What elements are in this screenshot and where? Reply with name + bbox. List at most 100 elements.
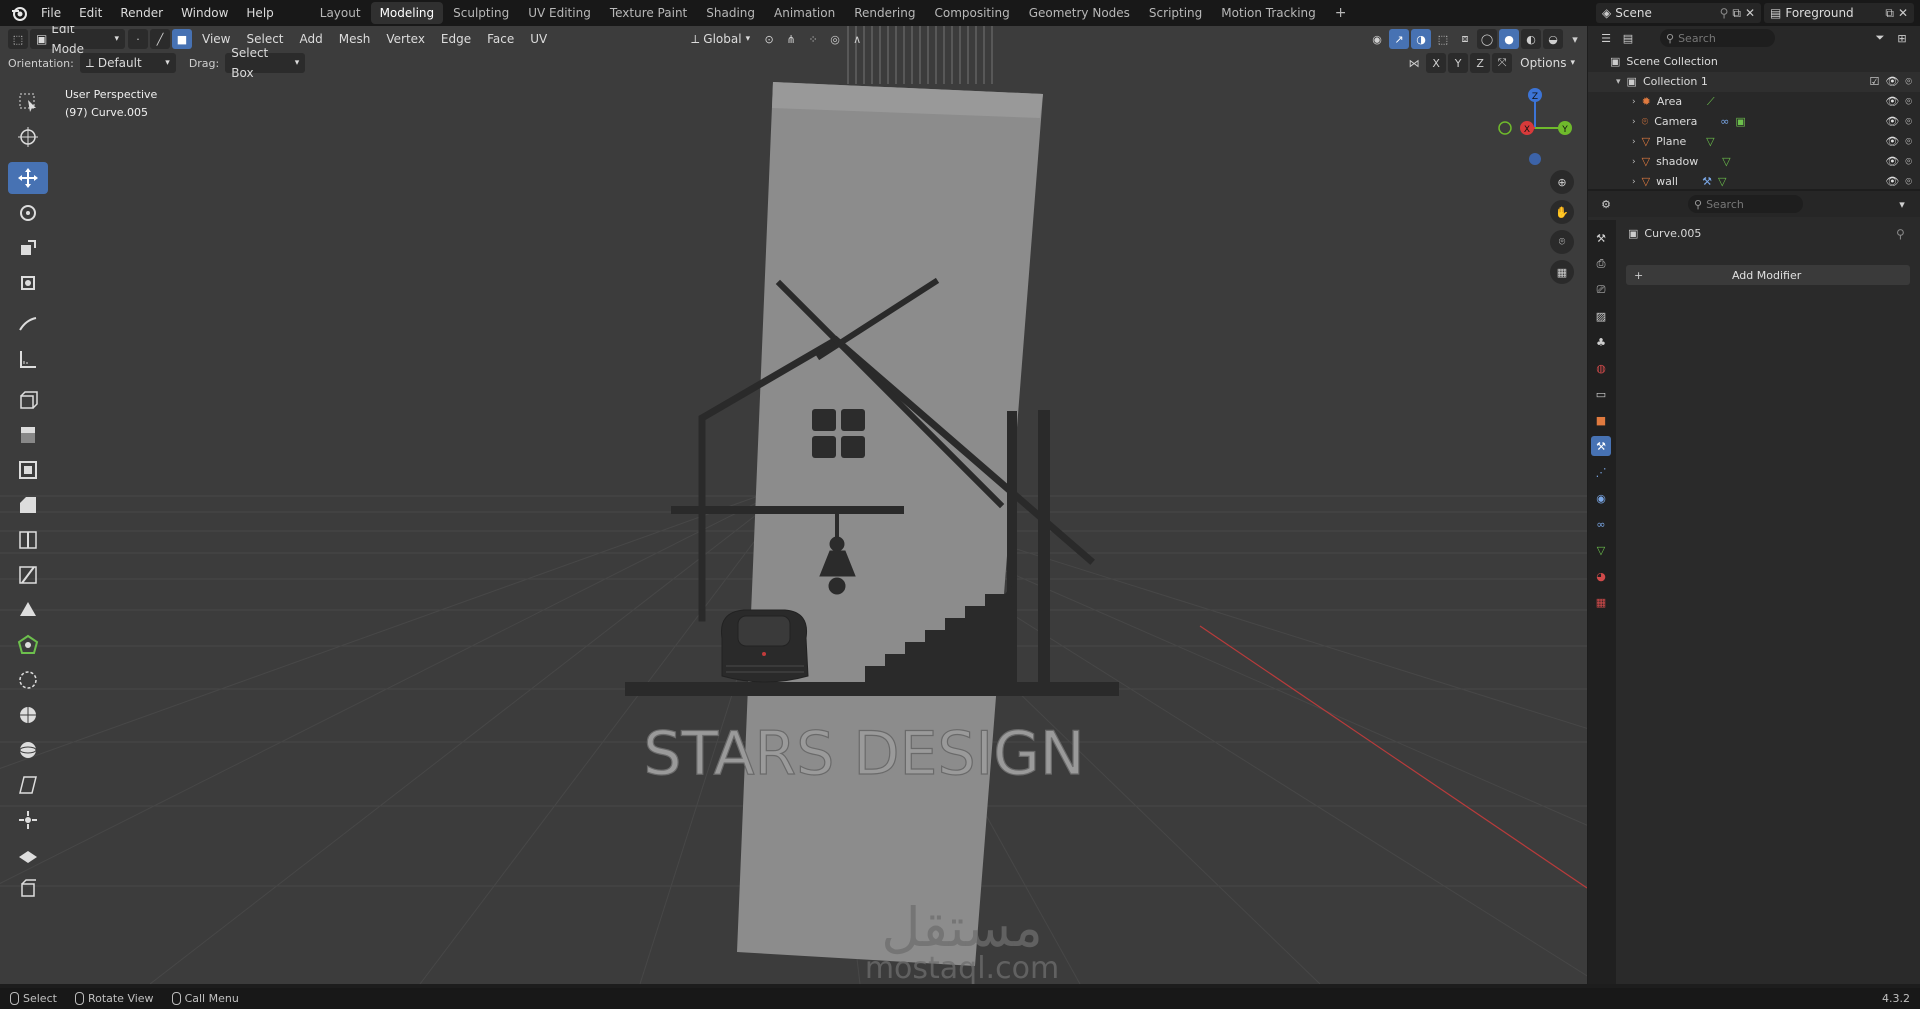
- face-select-icon[interactable]: ■: [172, 29, 192, 49]
- eye-icon[interactable]: 👁: [1885, 112, 1899, 132]
- inset-tool-icon[interactable]: [8, 454, 48, 486]
- new-scene-icon[interactable]: ⧉: [1732, 3, 1741, 23]
- workspace-tab-texture-paint[interactable]: Texture Paint: [601, 2, 696, 24]
- outliner-row-collection[interactable]: ▾ ▣ Collection 1 ☑ 👁 ⌾: [1588, 72, 1920, 92]
- mesh-edit-overlay-icon[interactable]: ⬚: [1433, 29, 1453, 49]
- snap-target-icon[interactable]: ⁘: [803, 29, 823, 49]
- orientation-dropdown[interactable]: ⟂ Default ▾: [79, 53, 176, 73]
- scale-tool-icon[interactable]: [8, 232, 48, 264]
- eye-icon[interactable]: 👁: [1885, 132, 1899, 152]
- workspace-tab-uv-editing[interactable]: UV Editing: [519, 2, 600, 24]
- collection-tab-icon[interactable]: ▭: [1591, 384, 1611, 404]
- remove-scene-icon[interactable]: ✕: [1745, 3, 1755, 23]
- texture-tab-icon[interactable]: ▦: [1591, 592, 1611, 612]
- properties-search-field[interactable]: ⚲ Search: [1688, 195, 1803, 213]
- rip-region-tool-icon[interactable]: [8, 874, 48, 906]
- eye-icon[interactable]: 👁: [1885, 92, 1899, 112]
- workspace-tab-sculpting[interactable]: Sculpting: [444, 2, 518, 24]
- menu-add[interactable]: Add: [292, 29, 331, 49]
- scene-selector[interactable]: ◈ Scene ⚲ ⧉ ✕: [1596, 3, 1761, 23]
- menu-render[interactable]: Render: [111, 0, 172, 26]
- camera-restrict-icon[interactable]: ⌾: [1905, 72, 1912, 92]
- to-sphere-tool-icon[interactable]: [8, 804, 48, 836]
- edge-select-icon[interactable]: ╱: [150, 29, 170, 49]
- new-collection-icon[interactable]: ⊞: [1892, 28, 1912, 48]
- view-layer-tab-icon[interactable]: ▨: [1591, 306, 1611, 326]
- shading-options-icon[interactable]: ▾: [1565, 29, 1585, 49]
- material-tab-icon[interactable]: ◕: [1591, 566, 1611, 586]
- scene-tab-icon[interactable]: ♣: [1591, 332, 1611, 352]
- menu-mesh[interactable]: Mesh: [331, 29, 379, 49]
- auto-merge-icon[interactable]: ⤧: [1492, 53, 1513, 73]
- outliner-row-plane[interactable]: › ▽ Plane ▽ 👁 ⌾: [1588, 132, 1920, 152]
- outliner-search-field[interactable]: ⚲ Search: [1660, 29, 1775, 47]
- workspace-tab-scripting[interactable]: Scripting: [1140, 2, 1211, 24]
- poly-build-tool-icon[interactable]: [8, 594, 48, 626]
- measure-tool-icon[interactable]: [8, 343, 48, 375]
- mirror-icon[interactable]: ⋈: [1404, 53, 1424, 73]
- editor-type-icon[interactable]: ⬚: [8, 29, 28, 49]
- properties-editor-type-icon[interactable]: ⚙: [1596, 194, 1616, 214]
- shading-solid-icon[interactable]: ●: [1499, 29, 1519, 49]
- workspace-tab-compositing[interactable]: Compositing: [925, 2, 1018, 24]
- object-tab-icon[interactable]: ■: [1591, 410, 1611, 430]
- workspace-tab-modeling[interactable]: Modeling: [370, 2, 444, 24]
- workspace-tab-geometry-nodes[interactable]: Geometry Nodes: [1020, 2, 1139, 24]
- extrude-tool-icon[interactable]: [8, 419, 48, 451]
- rip-tool-icon[interactable]: [8, 839, 48, 871]
- constraints-tab-icon[interactable]: ∞: [1591, 514, 1611, 534]
- outliner-row-scene-collection[interactable]: ▣ Scene Collection: [1588, 52, 1920, 72]
- particles-tab-icon[interactable]: ⋰: [1591, 462, 1611, 482]
- options-dropdown[interactable]: Options ▾: [1514, 53, 1581, 73]
- ortho-toggle-icon[interactable]: ▦: [1550, 260, 1574, 284]
- mode-selector[interactable]: ▣ Edit Mode ▾: [30, 26, 125, 56]
- remove-view-layer-icon[interactable]: ✕: [1898, 3, 1908, 23]
- proportional-edit-icon[interactable]: ◎: [825, 29, 845, 49]
- smooth-tool-icon[interactable]: [8, 664, 48, 696]
- outliner-row-shadow[interactable]: › ▽ shadow ▽ 👁 ⌾: [1588, 152, 1920, 172]
- filter-icon[interactable]: ⏷: [1870, 28, 1890, 48]
- render-tab-icon[interactable]: ⎙: [1591, 254, 1611, 274]
- menu-file[interactable]: File: [32, 0, 70, 26]
- camera-restrict-icon[interactable]: ⌾: [1905, 92, 1912, 112]
- gizmo-toggle-icon[interactable]: ↗: [1389, 29, 1409, 49]
- tool-tab-icon[interactable]: ⚒: [1591, 228, 1611, 248]
- workspace-tab-animation[interactable]: Animation: [765, 2, 844, 24]
- workspace-tab-shading[interactable]: Shading: [697, 2, 764, 24]
- menu-uv[interactable]: UV: [522, 29, 555, 49]
- output-tab-icon[interactable]: ⎚: [1591, 280, 1611, 300]
- mirror-y-button[interactable]: Y: [1448, 53, 1469, 73]
- eye-icon[interactable]: 👁: [1885, 172, 1899, 192]
- overlay-toggle-icon[interactable]: ◑: [1411, 29, 1431, 49]
- camera-restrict-icon[interactable]: ⌾: [1905, 112, 1912, 132]
- physics-tab-icon[interactable]: ◉: [1591, 488, 1611, 508]
- visibility-icon[interactable]: ◉: [1367, 29, 1387, 49]
- move-tool-icon[interactable]: [8, 162, 48, 194]
- eye-icon[interactable]: 👁: [1885, 152, 1899, 172]
- workspace-tab-rendering[interactable]: Rendering: [845, 2, 924, 24]
- options-chevron-icon[interactable]: ▾: [1892, 194, 1912, 214]
- display-mode-icon[interactable]: ▤: [1618, 28, 1638, 48]
- mirror-z-button[interactable]: Z: [1470, 53, 1491, 73]
- add-cube-tool-icon[interactable]: [8, 384, 48, 416]
- eye-icon[interactable]: 👁: [1885, 72, 1899, 92]
- camera-view-icon[interactable]: ⌾: [1550, 230, 1574, 254]
- shrink-fatten-tool-icon[interactable]: [8, 734, 48, 766]
- drag-dropdown[interactable]: Select Box ▾: [225, 46, 306, 80]
- camera-restrict-icon[interactable]: ⌾: [1905, 132, 1912, 152]
- new-view-layer-icon[interactable]: ⧉: [1885, 3, 1894, 23]
- pin-icon[interactable]: ⚲: [1896, 227, 1905, 241]
- outliner-editor-type-icon[interactable]: ☰: [1596, 28, 1616, 48]
- view-layer-selector[interactable]: ▤ Foreground ⧉ ✕: [1764, 3, 1914, 23]
- camera-restrict-icon[interactable]: ⌾: [1905, 152, 1912, 172]
- cursor-tool-icon[interactable]: [8, 121, 48, 153]
- shading-rendered-icon[interactable]: ◒: [1543, 29, 1563, 49]
- checkbox-icon[interactable]: ☑: [1870, 72, 1880, 92]
- camera-restrict-icon[interactable]: ⌾: [1905, 172, 1912, 192]
- knife-tool-icon[interactable]: [8, 559, 48, 591]
- select-box-tool-icon[interactable]: [8, 86, 48, 118]
- shading-material-icon[interactable]: ◐: [1521, 29, 1541, 49]
- 3d-viewport[interactable]: STARS DESIGN مستقل mostaql.com Z Y X ⬚ ▣…: [0, 26, 1587, 984]
- pin-icon[interactable]: ⚲: [1720, 3, 1729, 23]
- menu-face[interactable]: Face: [479, 29, 522, 49]
